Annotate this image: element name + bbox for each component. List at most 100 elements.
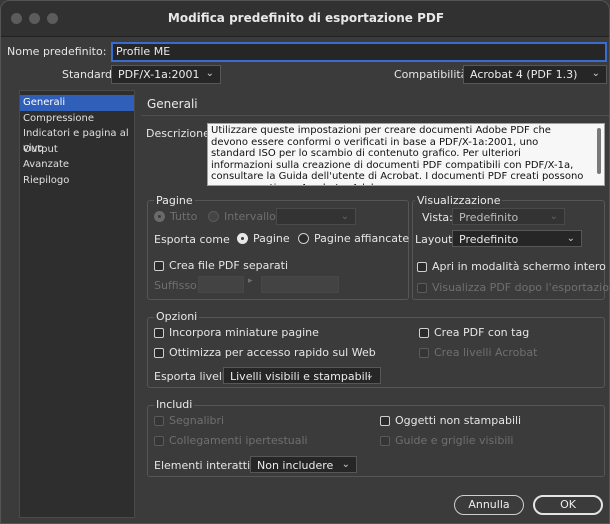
- chevron-down-icon: ⌄: [205, 68, 214, 79]
- segnalibri-checkbox[interactable]: Segnalibri: [154, 414, 224, 427]
- dopo-esportazione-label: Visualizza PDF dopo l'esportazione: [432, 281, 610, 294]
- ottimizza-checkbox[interactable]: Ottimizza per accesso rapido sul Web: [154, 346, 376, 359]
- guide-checkbox[interactable]: Guide e griglie visibili: [380, 434, 514, 447]
- window-title: Modifica predefinito di esportazione PDF: [167, 11, 445, 25]
- checkbox-icon: [154, 435, 164, 446]
- esporta-livelli-value: Livelli visibili e stampabili: [230, 370, 371, 383]
- panel-header: Generali: [147, 97, 198, 111]
- chevron-down-icon: ⌄: [591, 68, 600, 79]
- checkbox-icon: [417, 282, 427, 293]
- suffisso-label: Suffisso:: [154, 279, 201, 292]
- preset-name-label: Nome predefinito:: [7, 45, 107, 58]
- compat-label: Compatibilità:: [394, 68, 472, 81]
- category-sidebar: Generali Compressione Indicatori e pagin…: [19, 90, 135, 518]
- esporta-livelli-label: Esporta livelli:: [154, 370, 232, 383]
- oggetti-label: Oggetti non stampabili: [395, 414, 522, 427]
- checkbox-icon: [380, 415, 390, 426]
- schermo-intero-label: Apri in modalità schermo intero: [432, 260, 606, 273]
- header-divider: [141, 115, 609, 116]
- miniature-label: Incorpora miniature pagine: [169, 326, 319, 339]
- checkbox-icon: [419, 347, 429, 358]
- checkbox-icon: [154, 347, 164, 358]
- con-tag-label: Crea PDF con tag: [434, 326, 530, 339]
- radio-pagine-affiancate[interactable]: Pagine affiancate: [298, 232, 409, 245]
- radio-icon: [208, 211, 219, 222]
- visualizzazione-title: Visualizzazione: [415, 194, 503, 207]
- elementi-interattivi-select[interactable]: Non includere ⌄: [250, 456, 357, 473]
- vista-label: Vista:: [422, 211, 453, 224]
- compat-select[interactable]: Acrobat 4 (PDF 1.3) ⌄: [463, 65, 607, 84]
- radio-icon: [237, 233, 248, 244]
- oggetti-checkbox[interactable]: Oggetti non stampabili: [380, 414, 521, 427]
- preset-name-input[interactable]: Profile ME: [111, 42, 607, 62]
- checkbox-icon: [380, 435, 390, 446]
- crea-separati-checkbox[interactable]: Crea file PDF separati: [154, 259, 288, 272]
- chevron-down-icon: ⌄: [340, 211, 349, 222]
- radio-intervallo[interactable]: Intervallo:: [208, 210, 280, 223]
- radio-icon: [154, 211, 165, 222]
- con-tag-checkbox[interactable]: Crea PDF con tag: [419, 326, 529, 339]
- checkbox-icon: [419, 327, 429, 338]
- standard-select[interactable]: PDF/X-1a:2001 ⌄: [111, 65, 221, 84]
- elementi-interattivi-value: Non includere: [257, 459, 334, 472]
- radio-pagine-label: Pagine: [253, 232, 290, 245]
- radio-icon: [298, 233, 309, 244]
- radio-tutto[interactable]: Tutto: [154, 210, 197, 223]
- sidebar-item-riepilogo[interactable]: Riepilogo: [20, 173, 134, 189]
- elementi-interattivi-label: Elementi interattivi:: [154, 459, 264, 472]
- cancel-button[interactable]: Annulla: [454, 495, 524, 515]
- layout-value: Predefinito: [459, 233, 519, 246]
- ok-button[interactable]: OK: [533, 495, 603, 515]
- crea-separati-label: Crea file PDF separati: [169, 259, 288, 272]
- compat-value: Acrobat 4 (PDF 1.3): [470, 68, 578, 81]
- chevron-down-icon: ⌄: [549, 211, 558, 222]
- sidebar-item-compressione[interactable]: Compressione: [20, 111, 134, 127]
- checkbox-icon: [417, 261, 427, 272]
- suffisso-field-1[interactable]: [198, 276, 244, 293]
- vista-select[interactable]: Predefinito ⌄: [452, 208, 565, 225]
- standard-label: Standard:: [62, 68, 116, 81]
- radio-affiancate-label: Pagine affiancate: [314, 232, 410, 245]
- guide-label: Guide e griglie visibili: [395, 434, 514, 447]
- suffisso-field-2[interactable]: [261, 276, 339, 293]
- sidebar-item-indicatori[interactable]: Indicatori e pagina al vivo: [20, 126, 134, 154]
- vista-value: Predefinito: [459, 211, 519, 224]
- standard-value: PDF/X-1a:2001: [118, 68, 200, 81]
- schermo-intero-checkbox[interactable]: Apri in modalità schermo intero: [417, 260, 606, 273]
- checkbox-icon: [154, 327, 164, 338]
- description-text: Utilizzare queste impostazioni per crear…: [211, 125, 584, 185]
- esporta-come-label: Esporta come: [154, 233, 230, 246]
- pagine-title: Pagine: [154, 194, 195, 207]
- dopo-esportazione-checkbox[interactable]: Visualizza PDF dopo l'esportazione: [417, 281, 610, 294]
- layout-select[interactable]: Predefinito ⌄: [452, 230, 582, 247]
- collegamenti-label: Collegamenti ipertestuali: [169, 434, 308, 447]
- includi-title: Includi: [154, 398, 195, 411]
- chevron-down-icon: ⌄: [341, 459, 350, 470]
- checkbox-icon: [154, 260, 164, 271]
- radio-tutto-label: Tutto: [170, 210, 198, 223]
- sidebar-item-output[interactable]: Output: [20, 142, 134, 158]
- ottimizza-label: Ottimizza per accesso rapido sul Web: [169, 346, 376, 359]
- description-label: Descrizione:: [146, 127, 214, 140]
- checkbox-icon: [154, 415, 164, 426]
- title-bar: Modifica predefinito di esportazione PDF: [1, 1, 609, 37]
- sidebar-item-avanzate[interactable]: Avanzate: [20, 157, 134, 173]
- radio-intervallo-label: Intervallo:: [224, 210, 280, 223]
- chevron-down-icon: ⌄: [566, 233, 575, 244]
- opzioni-title: Opzioni: [154, 310, 200, 323]
- esporta-livelli-select[interactable]: Livelli visibili e stampabili ⌄: [223, 367, 381, 384]
- livelli-acrobat-checkbox[interactable]: Crea livelli Acrobat: [419, 346, 537, 359]
- segnalibri-label: Segnalibri: [169, 414, 225, 427]
- description-scrollbar[interactable]: [597, 128, 601, 174]
- intervallo-select[interactable]: ⌄: [276, 208, 356, 225]
- export-dialog: Modifica predefinito di esportazione PDF…: [0, 0, 610, 524]
- miniature-checkbox[interactable]: Incorpora miniature pagine: [154, 326, 319, 339]
- sidebar-item-generali[interactable]: Generali: [20, 95, 134, 111]
- description-textarea[interactable]: Utilizzare queste impostazioni per crear…: [207, 123, 605, 186]
- radio-pagine[interactable]: Pagine: [237, 232, 290, 245]
- caret-icon: ▸: [248, 276, 253, 286]
- chevron-down-icon: ⌄: [365, 370, 374, 381]
- layout-label: Layout:: [415, 233, 457, 246]
- collegamenti-checkbox[interactable]: Collegamenti ipertestuali: [154, 434, 308, 447]
- livelli-acrobat-label: Crea livelli Acrobat: [434, 346, 538, 359]
